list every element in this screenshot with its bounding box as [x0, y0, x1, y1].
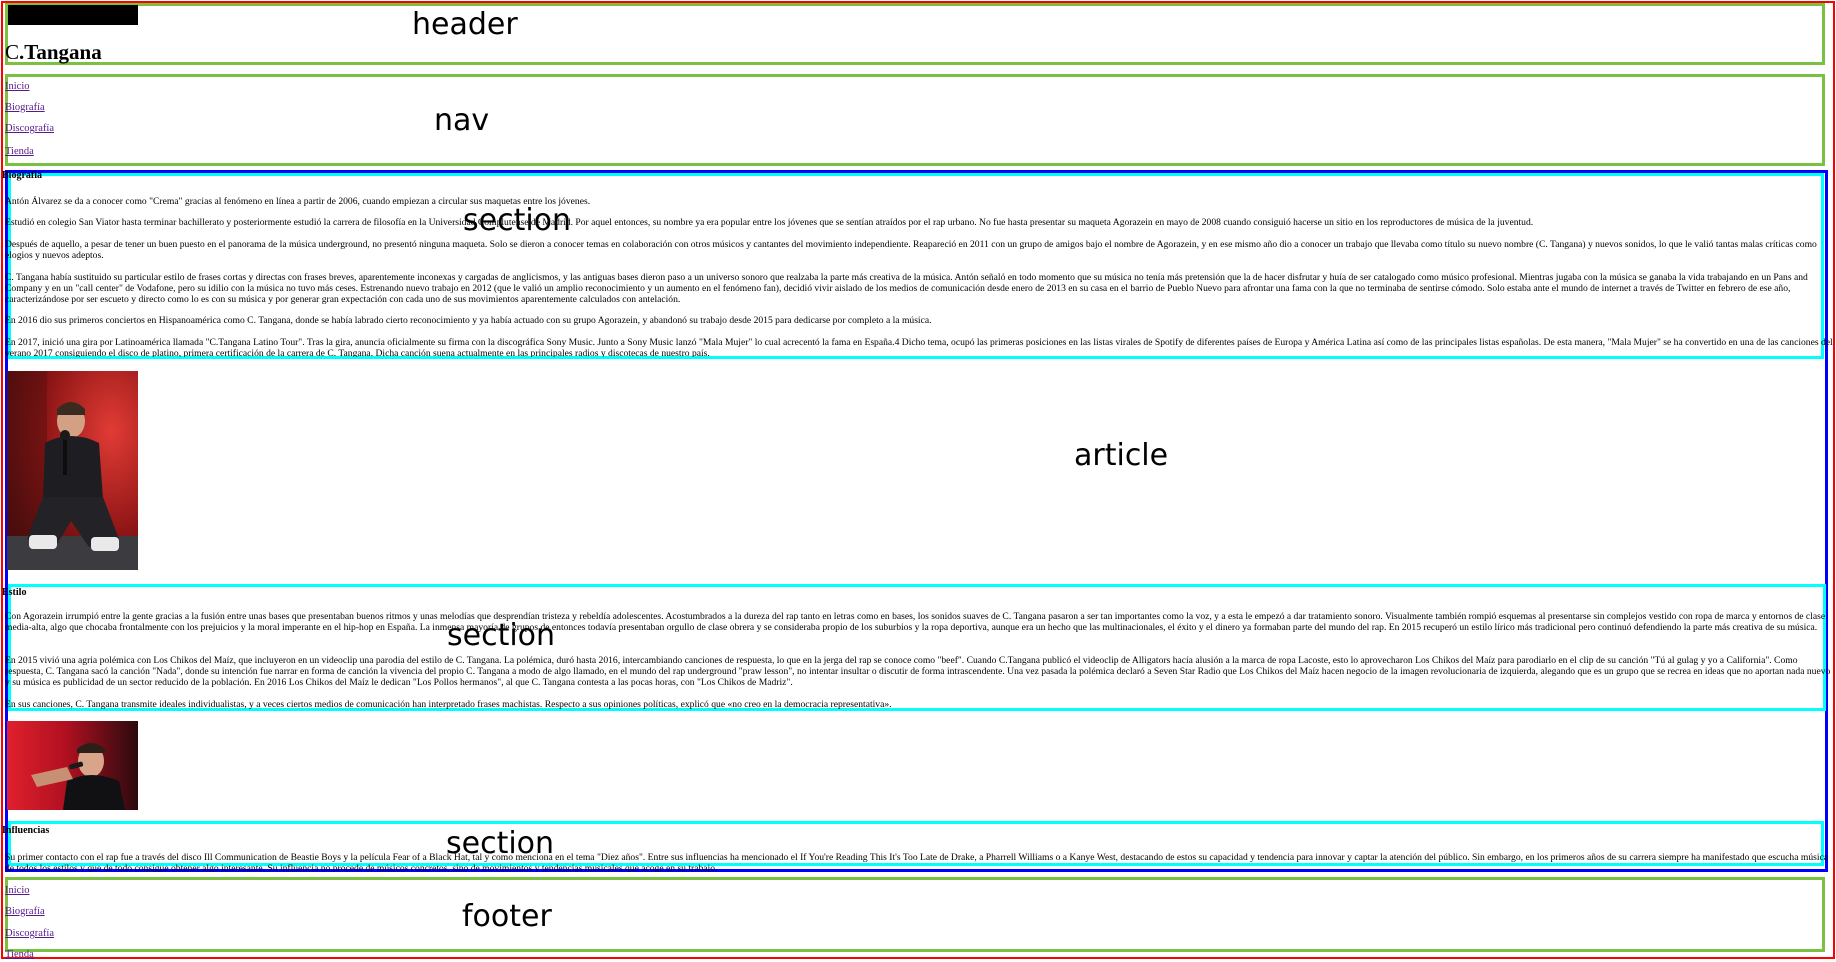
bio-paragraph-5: En 2016 dio sus primeros conciertos en H… [5, 315, 932, 326]
footer-link-discografia[interactable]: Discografía [5, 928, 54, 940]
section-estilo: Estilo Con Agorazein irrumpió entre la g… [0, 588, 1836, 712]
nav-annotation: nav [434, 103, 490, 138]
bio-paragraph-3: Después de aquello, a pesar de tener un … [5, 239, 1817, 261]
artist-photo-2-image [7, 721, 138, 810]
footer-annotation: footer [462, 899, 552, 934]
artist-photo-2 [7, 721, 138, 810]
section-biografia-annotation: section [463, 203, 572, 238]
logo-block [8, 5, 138, 25]
influencias-paragraph-1: Su primer contacto con el rap fue a trav… [5, 852, 1829, 872]
artist-photo-1 [7, 371, 138, 570]
estilo-paragraph-2: En 2015 vivió una agria polémica con Los… [5, 655, 1831, 688]
footer-link-inicio[interactable]: Inicio [5, 885, 30, 897]
bio-paragraph-1: Antón Álvarez se da a conocer como "Crem… [5, 196, 591, 207]
footer-link-biografia[interactable]: Biografía [5, 906, 45, 918]
section-influencias: Influencias Su primer contacto con el ra… [0, 826, 1836, 872]
site-title-prefix: C [5, 40, 20, 64]
section-influencias-annotation: section [446, 826, 555, 861]
estilo-paragraph-1: Con Agorazein irrumpió entre la gente gr… [5, 611, 1826, 633]
nav-link-discografia[interactable]: Discografía [5, 123, 54, 135]
nav-outline [5, 74, 1825, 166]
header-annotation: header [412, 7, 518, 42]
section-biografia: Biografía Antón Álvarez se da a conocer … [0, 171, 1836, 357]
section-title-biografia: Biografía [2, 171, 42, 181]
section-title-influencias: Influencias [2, 826, 50, 836]
section-title-estilo: Estilo [2, 588, 27, 598]
header-outline [5, 3, 1825, 65]
bio-paragraph-2: Estudió en colegio San Viator hasta term… [5, 217, 1534, 228]
section-estilo-annotation: section [447, 618, 556, 653]
article-annotation: article [1074, 438, 1169, 473]
nav-link-inicio[interactable]: Inicio [5, 81, 30, 93]
bio-paragraph-4: C. Tangana había sustituido su particula… [5, 272, 1808, 305]
site-title: C.Tangana [5, 42, 102, 63]
nav-link-tienda[interactable]: Tienda [5, 146, 34, 158]
artist-photo-1-image [7, 371, 138, 570]
site-title-rest: .Tangana [19, 40, 102, 64]
bio-paragraph-6: En 2017, inició una gira por Latinoaméri… [5, 337, 1833, 357]
footer: Inicio Biografía Discografía Tienda [0, 880, 1836, 960]
footer-link-tienda[interactable]: Tienda [5, 949, 34, 960]
nav-link-biografia[interactable]: Biografía [5, 102, 45, 114]
estilo-paragraph-3: En sus canciones, C. Tangana transmite i… [5, 699, 892, 710]
